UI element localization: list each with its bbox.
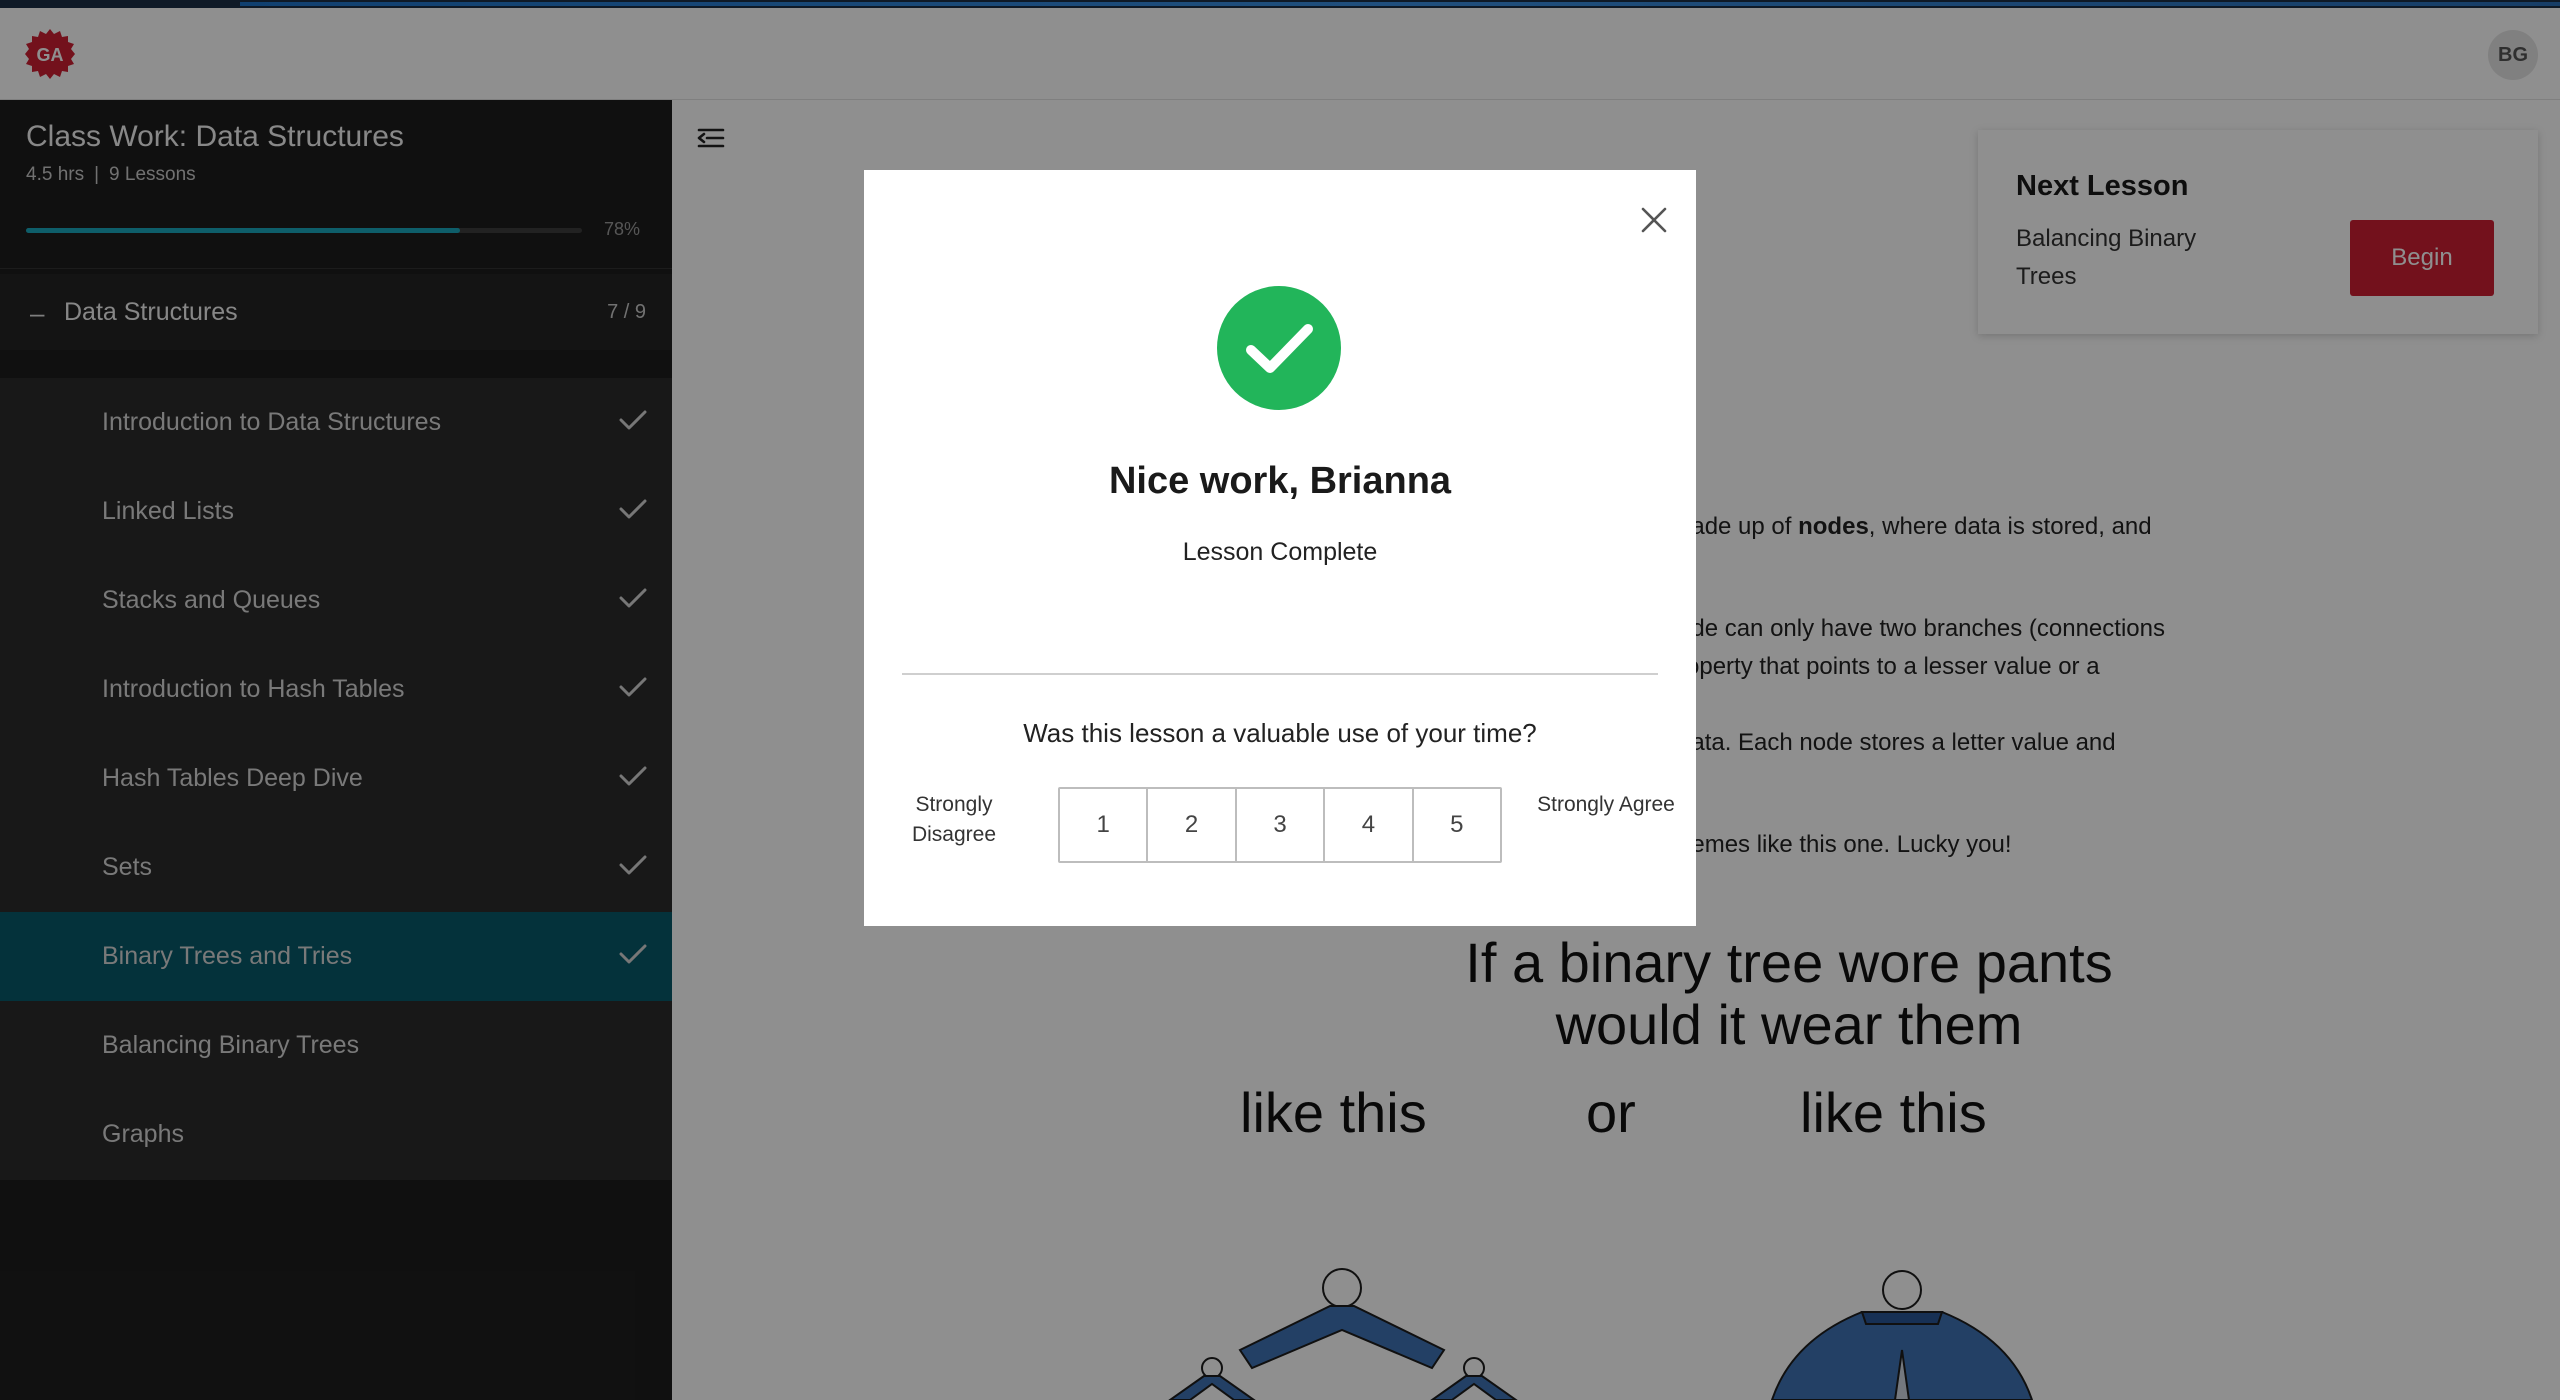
close-icon[interactable] bbox=[1634, 200, 1674, 240]
rating-button-1[interactable]: 1 bbox=[1060, 789, 1149, 861]
scale-low-label: Strongly Disagree bbox=[884, 790, 1024, 850]
lesson-complete-modal: Nice work, Brianna Lesson Complete Was t… bbox=[864, 170, 1696, 926]
success-check-icon bbox=[1217, 286, 1341, 410]
modal-title: Nice work, Brianna bbox=[1108, 460, 1452, 502]
rating-button-3[interactable]: 3 bbox=[1236, 789, 1326, 861]
rating-button-2[interactable]: 2 bbox=[1148, 789, 1237, 861]
modal-divider bbox=[902, 673, 1658, 675]
feedback-question: Was this lesson a valuable use of your t… bbox=[1023, 718, 1537, 748]
scale-high-text: Strongly Agree bbox=[1537, 793, 1675, 816]
scale-high-label: Strongly Agree bbox=[1536, 790, 1676, 820]
modal-subtitle: Lesson Complete bbox=[1182, 538, 1378, 566]
rating-button-4[interactable]: 4 bbox=[1325, 789, 1414, 861]
rating-button-5[interactable]: 5 bbox=[1413, 789, 1501, 861]
scale-low-text: Strongly Disagree bbox=[911, 793, 997, 846]
rating-scale: 12345 bbox=[1058, 787, 1502, 863]
